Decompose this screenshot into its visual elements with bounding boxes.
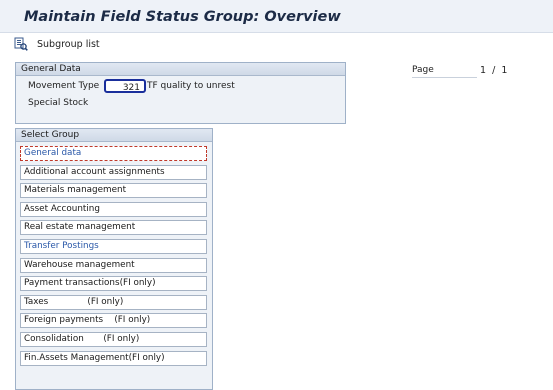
group-item-payment-transactions[interactable]: Payment transactions(FI only) xyxy=(20,276,207,292)
subgroup-list-icon xyxy=(14,37,28,51)
group-item-real-estate-management[interactable]: Real estate management xyxy=(20,220,207,236)
group-item-asset-accounting[interactable]: Asset Accounting xyxy=(20,201,207,217)
group-list: General data Additional account assignme… xyxy=(20,146,207,369)
page-divider xyxy=(412,77,477,78)
page-indicator: 1 / 1 xyxy=(480,65,507,76)
general-data-panel: General Data Movement Type 321 TF qualit… xyxy=(15,62,346,124)
group-item-additional-account-assignments[interactable]: Additional account assignments xyxy=(20,164,207,180)
group-item-fin-assets-management[interactable]: Fin.Assets Management(FI only) xyxy=(20,350,207,366)
general-data-header: General Data xyxy=(16,63,345,76)
movement-type-field[interactable]: 321 xyxy=(104,79,146,93)
movement-type-label: Movement Type xyxy=(28,81,100,91)
page-total: 1 xyxy=(501,65,508,76)
group-item-taxes[interactable]: Taxes (FI only) xyxy=(20,294,207,310)
group-item-foreign-payments[interactable]: Foreign payments (FI only) xyxy=(20,313,207,329)
subgroup-list-label: Subgroup list xyxy=(37,38,100,50)
subgroup-list-button[interactable]: Subgroup list xyxy=(14,36,100,52)
select-group-panel: Select Group General data Additional acc… xyxy=(15,128,213,390)
page-current: 1 xyxy=(480,65,487,76)
special-stock-label: Special Stock xyxy=(28,98,89,108)
application-toolbar: Subgroup list xyxy=(0,33,553,55)
movement-type-description: TF quality to unrest xyxy=(147,81,235,91)
group-item-consolidation[interactable]: Consolidation (FI only) xyxy=(20,331,207,347)
group-item-transfer-postings[interactable]: Transfer Postings xyxy=(20,238,207,254)
page-separator: / xyxy=(492,65,496,76)
group-item-warehouse-management[interactable]: Warehouse management xyxy=(20,257,207,273)
page-title: Maintain Field Status Group: Overview xyxy=(24,9,341,25)
group-item-general-data[interactable]: General data xyxy=(20,146,207,161)
title-bar: Maintain Field Status Group: Overview xyxy=(0,0,553,33)
page-label: Page xyxy=(412,65,434,75)
select-group-header: Select Group xyxy=(16,129,212,142)
group-item-materials-management[interactable]: Materials management xyxy=(20,183,207,199)
